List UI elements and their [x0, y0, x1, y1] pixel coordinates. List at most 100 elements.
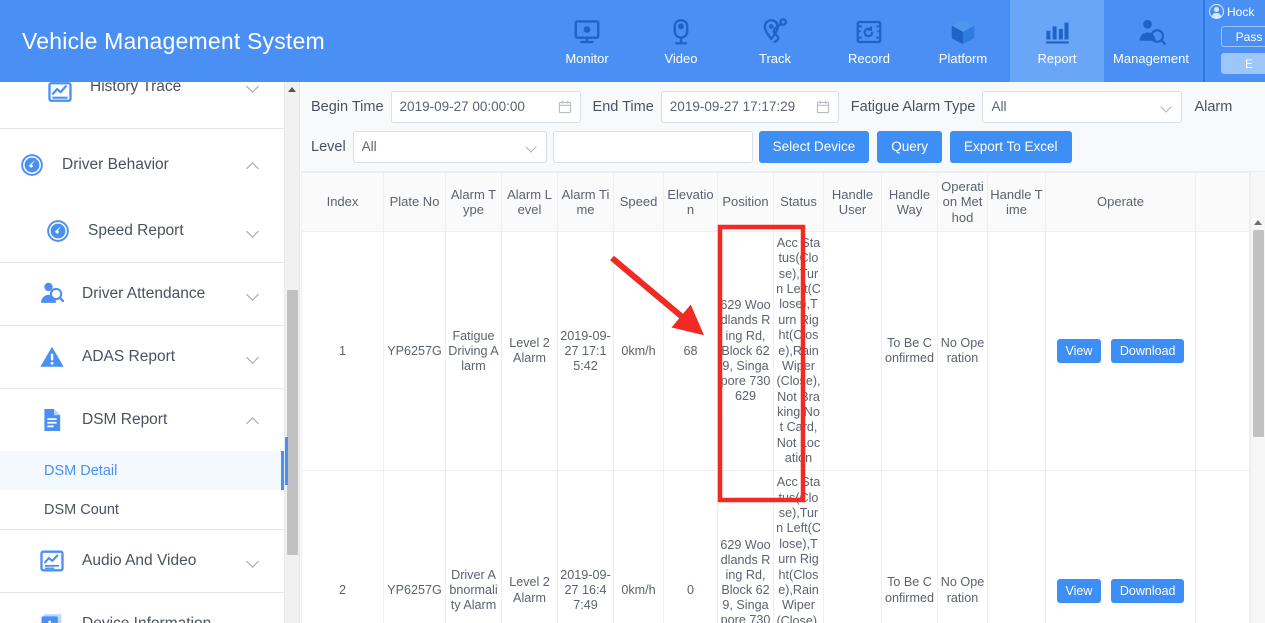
device-search-input[interactable]: [552, 130, 753, 163]
sidebar-item-label: History Trace: [90, 82, 182, 95]
sidebar-item-adas-report[interactable]: ADAS Report: [0, 326, 284, 388]
cell-spacer: [1195, 470, 1250, 623]
table-row[interactable]: 2 YP6257G Driver Abnormality Alarm Level…: [301, 470, 1250, 623]
sidebar-item-audio-and-video[interactable]: Audio And Video: [0, 530, 284, 592]
sidebar-item-history-trace[interactable]: History Trace: [0, 82, 284, 128]
sidebar-item-device-information[interactable]: Device Information: [0, 593, 284, 623]
fatigue-alarm-type-label: Fatigue Alarm Type: [850, 98, 976, 115]
chevron-up-icon: [246, 412, 262, 428]
cell-alarm-level: Level 2 Alarm: [501, 230, 558, 472]
column-header-speed[interactable]: Speed: [613, 172, 664, 232]
begin-time-label: Begin Time: [311, 98, 384, 115]
column-header-alarm-level[interactable]: Alarm Level: [501, 172, 558, 232]
begin-time-value: 2019-09-27 00:00:00: [399, 99, 525, 114]
column-header-operate[interactable]: Operate: [1045, 172, 1196, 232]
image-chart-icon: [38, 547, 66, 575]
calendar-icon[interactable]: [816, 100, 830, 114]
cell-handle-user: [823, 470, 882, 623]
cell-speed: 0km/h: [613, 470, 664, 623]
select-device-button[interactable]: Select Device: [758, 130, 870, 163]
fatigue-alarm-type-select[interactable]: All: [982, 90, 1183, 123]
column-header-alarm-type[interactable]: Alarm Type: [445, 172, 502, 232]
query-button[interactable]: Query: [877, 130, 942, 163]
cell-position: 629 Woodlands Ring Rd, Block 629, Singap…: [717, 230, 774, 472]
cell-handle-user: [823, 230, 882, 472]
sidebar-item-dsm-report[interactable]: DSM Report: [0, 389, 284, 451]
gauge-icon: [44, 217, 72, 245]
view-button[interactable]: View: [1056, 578, 1102, 603]
sidebar-item-label: DSM Report: [82, 411, 168, 428]
table-scrollbar[interactable]: [1250, 172, 1265, 623]
cell-alarm-time: 2019-09-27 16:47:49: [557, 470, 614, 623]
page-title: Vehicle Management System: [22, 27, 325, 54]
scroll-up-arrow-icon[interactable]: [1254, 220, 1262, 225]
column-header-handle-way[interactable]: Handle Way: [881, 172, 938, 232]
chevron-down-icon[interactable]: [526, 141, 538, 153]
cube-icon: [948, 17, 978, 47]
nav-tab-video[interactable]: Video: [634, 0, 728, 82]
column-header-position[interactable]: Position: [717, 172, 774, 232]
begin-time-input[interactable]: 2019-09-27 00:00:00: [390, 90, 581, 123]
nav-tab-monitor[interactable]: Monitor: [540, 0, 634, 82]
view-button[interactable]: View: [1056, 339, 1102, 364]
level-select[interactable]: All: [352, 130, 547, 163]
column-header-alarm-time[interactable]: Alarm Time: [557, 172, 614, 232]
chevron-down-icon[interactable]: [1161, 101, 1173, 113]
chevron-up-icon: [246, 157, 262, 173]
sidebar-scrollbar[interactable]: [285, 82, 300, 623]
download-button[interactable]: Download: [1110, 339, 1185, 364]
column-header-index[interactable]: Index: [301, 172, 384, 232]
cell-plate-no: YP6257G: [383, 470, 446, 623]
end-time-label: End Time: [592, 98, 654, 115]
sidebar-item-label: DSM Detail: [44, 462, 118, 479]
nav-tab-management[interactable]: Management: [1104, 0, 1198, 82]
sidebar-item-driver-behavior[interactable]: Driver Behavior: [0, 129, 284, 200]
chevron-down-icon: [246, 349, 262, 365]
nav-tab-record[interactable]: Record: [822, 0, 916, 82]
filter-bar: Begin Time 2019-09-27 00:00:00 End Time …: [301, 82, 1265, 172]
sidebar-group-driver-attendance: Driver Attendance: [0, 263, 284, 326]
scroll-up-arrow-icon[interactable]: [288, 87, 296, 92]
cell-alarm-time: 2019-09-27 17:15:42: [557, 230, 614, 472]
calendar-icon[interactable]: [558, 100, 572, 114]
sidebar-item-speed-report[interactable]: Speed Report: [0, 200, 284, 262]
sidebar-active-marker: [285, 437, 288, 485]
table-scrollbar-thumb[interactable]: [1253, 230, 1264, 437]
nav-tab-label: Track: [758, 51, 792, 66]
export-to-excel-button[interactable]: Export To Excel: [949, 130, 1072, 163]
sidebar-item-dsm-detail[interactable]: DSM Detail: [0, 451, 284, 490]
column-header-handle-time[interactable]: Handle Time: [987, 172, 1046, 232]
nav-tab-platform[interactable]: Platform: [916, 0, 1010, 82]
column-header-status[interactable]: Status: [773, 172, 824, 232]
bar-chart-icon: [1042, 17, 1072, 47]
cell-elevation: 68: [663, 230, 718, 472]
document-icon: [38, 406, 66, 434]
exit-button[interactable]: E: [1221, 53, 1265, 74]
chevron-down-icon: [246, 286, 262, 302]
sidebar-item-dsm-count[interactable]: DSM Count: [0, 490, 284, 529]
film-rewind-icon: [854, 17, 884, 47]
cell-elevation: 0: [663, 470, 718, 623]
column-header-plate-no[interactable]: Plate No: [383, 172, 446, 232]
column-header-elevation[interactable]: Elevation: [663, 172, 718, 232]
level-label: Level: [311, 138, 346, 155]
column-header-handle-user[interactable]: Handle User: [823, 172, 882, 232]
sidebar-item-label: Driver Behavior: [62, 155, 169, 173]
cell-operation-method: No Operation: [937, 230, 988, 472]
change-password-button[interactable]: Pass: [1221, 26, 1265, 47]
nav-tab-report[interactable]: Report: [1010, 0, 1104, 82]
table-row[interactable]: 1 YP6257G Fatigue Driving Alarm Level 2 …: [301, 230, 1250, 472]
nav-tab-track[interactable]: Track: [728, 0, 822, 82]
sidebar-scrollbar-thumb[interactable]: [287, 290, 298, 555]
column-header-operation-method[interactable]: Operation Method: [937, 172, 988, 232]
cell-position: 629 Woodlands Ring Rd, Block 629, Singap…: [717, 470, 774, 623]
sidebar-item-driver-attendance[interactable]: Driver Attendance: [0, 263, 284, 325]
end-time-input[interactable]: 2019-09-27 17:17:29: [660, 90, 839, 123]
alarm-label: Alarm: [1194, 98, 1233, 115]
sidebar-item-label: Driver Attendance: [82, 285, 206, 302]
filter-row-2: Level All Select Device Query Export To …: [309, 130, 1265, 163]
sidebar-group-adas-report: ADAS Report: [0, 326, 284, 389]
alarm-table: Index Plate No Alarm Type Alarm Level Al…: [301, 172, 1250, 623]
download-button[interactable]: Download: [1110, 578, 1185, 603]
cell-alarm-level: Level 2 Alarm: [501, 470, 558, 623]
